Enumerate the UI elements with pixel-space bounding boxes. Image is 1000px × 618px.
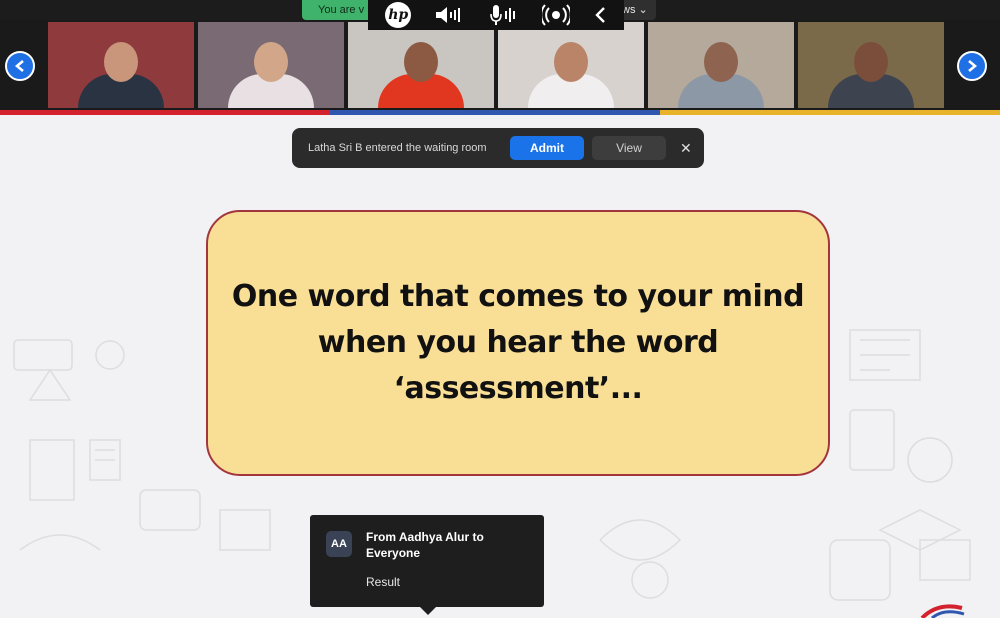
question-card: One word that comes to your mind when yo…: [206, 210, 830, 476]
broadcast-icon[interactable]: [542, 3, 571, 27]
brand-logo-icon: [920, 604, 965, 618]
participant-face: [104, 42, 138, 82]
view-options-label: ws ⌄: [622, 4, 648, 16]
chat-notification[interactable]: AA From Aadhya Alur to Everyone Result: [310, 515, 544, 615]
participant-face: [854, 42, 888, 82]
avatar: AA: [326, 531, 352, 557]
participant-video-tile[interactable]: [198, 22, 344, 108]
hp-logo: hp: [385, 2, 412, 28]
chat-message: Result: [366, 575, 401, 589]
waiting-room-notification: Latha Sri B entered the waiting room Adm…: [292, 128, 704, 168]
chat-sender: From Aadhya Alur to Everyone: [366, 530, 484, 560]
sharing-banner-text: You are v: [318, 4, 365, 16]
participant-video-tile[interactable]: [48, 22, 194, 108]
previous-page-button[interactable]: [5, 51, 35, 81]
question-line-2: when you hear the word: [317, 325, 719, 360]
chevron-left-icon[interactable]: [593, 5, 607, 25]
hp-logo-text: hp: [388, 7, 409, 23]
participant-video-tile[interactable]: [798, 22, 944, 108]
participant-video-tile[interactable]: [348, 22, 494, 108]
participant-face: [404, 42, 438, 82]
participant-video-tile[interactable]: [648, 22, 794, 108]
participant-video-tile[interactable]: [498, 22, 644, 108]
volume-icon[interactable]: [434, 4, 466, 26]
admit-button[interactable]: Admit: [510, 136, 584, 160]
media-control-bar: hp: [368, 0, 624, 30]
view-button[interactable]: View: [592, 136, 666, 160]
microphone-icon[interactable]: [488, 3, 520, 27]
chevron-right-icon: [968, 60, 978, 72]
participant-face: [554, 42, 588, 82]
question-text: One word that comes to your mind when yo…: [231, 274, 805, 412]
video-strip: [0, 20, 1000, 110]
sharing-banner: You are v: [302, 0, 372, 20]
participant-face: [254, 42, 288, 82]
question-line-1: One word that comes to your mind: [231, 279, 805, 314]
chevron-left-icon: [14, 60, 24, 72]
question-line-3: ‘assessment’...: [393, 371, 643, 406]
participant-face: [704, 42, 738, 82]
waiting-room-message: Latha Sri B entered the waiting room: [308, 142, 487, 154]
next-page-button[interactable]: [957, 51, 987, 81]
close-icon[interactable]: ✕: [680, 140, 692, 157]
